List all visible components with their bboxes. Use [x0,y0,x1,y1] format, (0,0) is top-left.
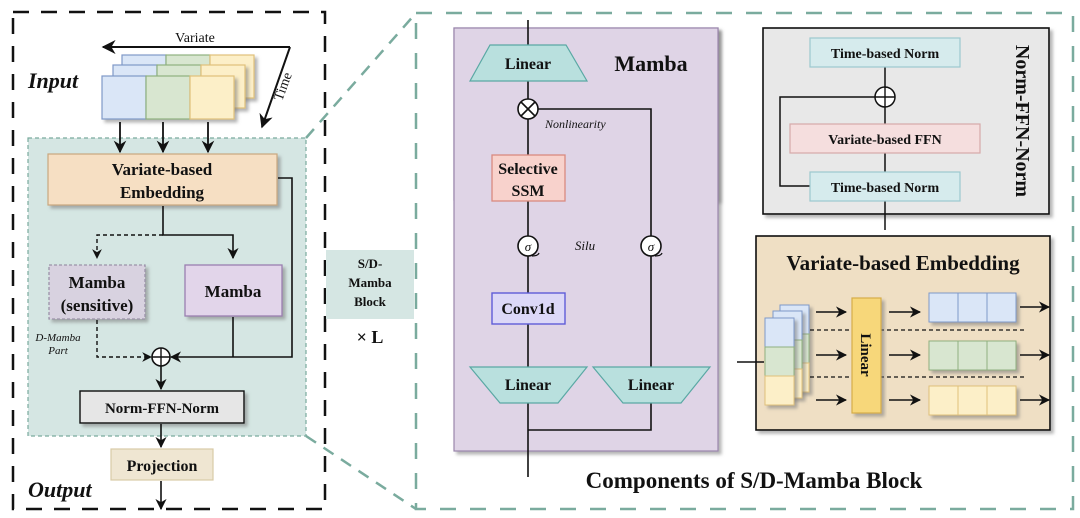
norm-ffn-norm-label: Norm-FFN-Norm [105,401,220,417]
token-row-blue [928,292,1017,323]
projection-label: Projection [127,458,198,475]
repeat-l-label: × L [357,327,384,347]
multiply-icon [517,98,539,120]
sigma-left-icon: σ [517,235,540,257]
time-norm-top-box: Time-based Norm [809,37,961,68]
time-axis-label: Time [272,71,296,103]
projection-box: Projection [110,448,214,481]
embedding-linear-box: Linear [851,297,882,414]
zoom-line-top [305,12,417,139]
output-label: Output [28,477,92,502]
variate-axis-label: Variate [175,31,215,46]
mamba-sensitive-line1: Mamba [69,273,126,292]
mamba-panel-title: Mamba [614,51,687,76]
mamba-detail-panel: Mamba Linear Nonlinearity Selective SSM … [453,20,719,477]
embedding-detail-panel: Variate-based Embedding Linear [737,235,1051,431]
linear-top-trapezoid: Linear [468,44,589,82]
token-row-yellow [928,385,1017,416]
time-norm-bottom-box: Time-based Norm [809,171,961,202]
components-caption: Components of S/D-Mamba Block [586,468,923,493]
mamba-label: Mamba [205,282,262,301]
embedding-label-line2: Embedding [120,183,205,202]
variate-ffn-box: Variate-based FFN [789,123,981,154]
svg-text:σ: σ [648,239,655,254]
dmamba-part-line2: Part [47,345,69,357]
mamba-sensitive-box: Mamba (sensitive) [48,264,146,320]
sigma-right-icon: σ [640,235,663,257]
input-cell-blue [101,75,147,120]
selective-ssm-line2: SSM [512,183,545,200]
mamba-box: Mamba [184,264,283,317]
diagram-canvas: Input Output Variate Time Variate-based … [11,10,1075,511]
norm-ffn-norm-box: Norm-FFN-Norm [79,390,245,424]
mamba-sensitive-line2: (sensitive) [61,296,134,315]
variate-embedding-box: Variate-based Embedding [47,153,278,206]
sd-mamba-block-legend: S/D- Mamba Block × L [326,250,414,347]
block-label-line2: Mamba [348,275,392,290]
left-panel: Input Output Variate Time Variate-based … [11,10,327,511]
embedding-linear-label: Linear [857,333,873,377]
add-icon [151,347,171,367]
linear-bottom-left-label: Linear [505,377,551,394]
selective-ssm-box: Selective SSM [491,154,566,202]
embedding-input-stack [764,304,810,406]
variate-ffn-label: Variate-based FFN [828,133,941,148]
zoom-line-bottom [305,434,417,511]
silu-label: Silu [575,238,596,253]
time-norm-bottom-label: Time-based Norm [831,181,940,196]
norm-panel-title: Norm-FFN-Norm [1011,45,1033,197]
input-cell-yellow [189,75,235,120]
block-label-line1: S/D- [358,256,383,271]
time-norm-top-label: Time-based Norm [831,47,940,62]
block-label-line3: Block [354,294,387,309]
dmamba-part-line1: D-Mamba [34,332,81,344]
linear-bottom-right-label: Linear [628,377,674,394]
input-tensor-stack [101,54,255,120]
embedding-panel-title: Variate-based Embedding [786,251,1020,275]
linear-top-label: Linear [505,56,551,73]
token-row-green [928,340,1017,371]
input-label: Input [27,68,79,93]
svg-text:σ: σ [525,239,532,254]
nonlinearity-label: Nonlinearity [544,117,606,131]
norm-ffn-norm-detail-panel: Norm-FFN-Norm Time-based Norm Variate-ba… [762,27,1050,230]
input-cell-green [145,75,191,120]
conv1d-box: Conv1d [491,292,566,325]
add-icon-norm [874,86,896,108]
conv1d-label: Conv1d [501,301,554,318]
embedding-label-line1: Variate-based [112,160,213,179]
selective-ssm-line1: Selective [498,161,558,178]
